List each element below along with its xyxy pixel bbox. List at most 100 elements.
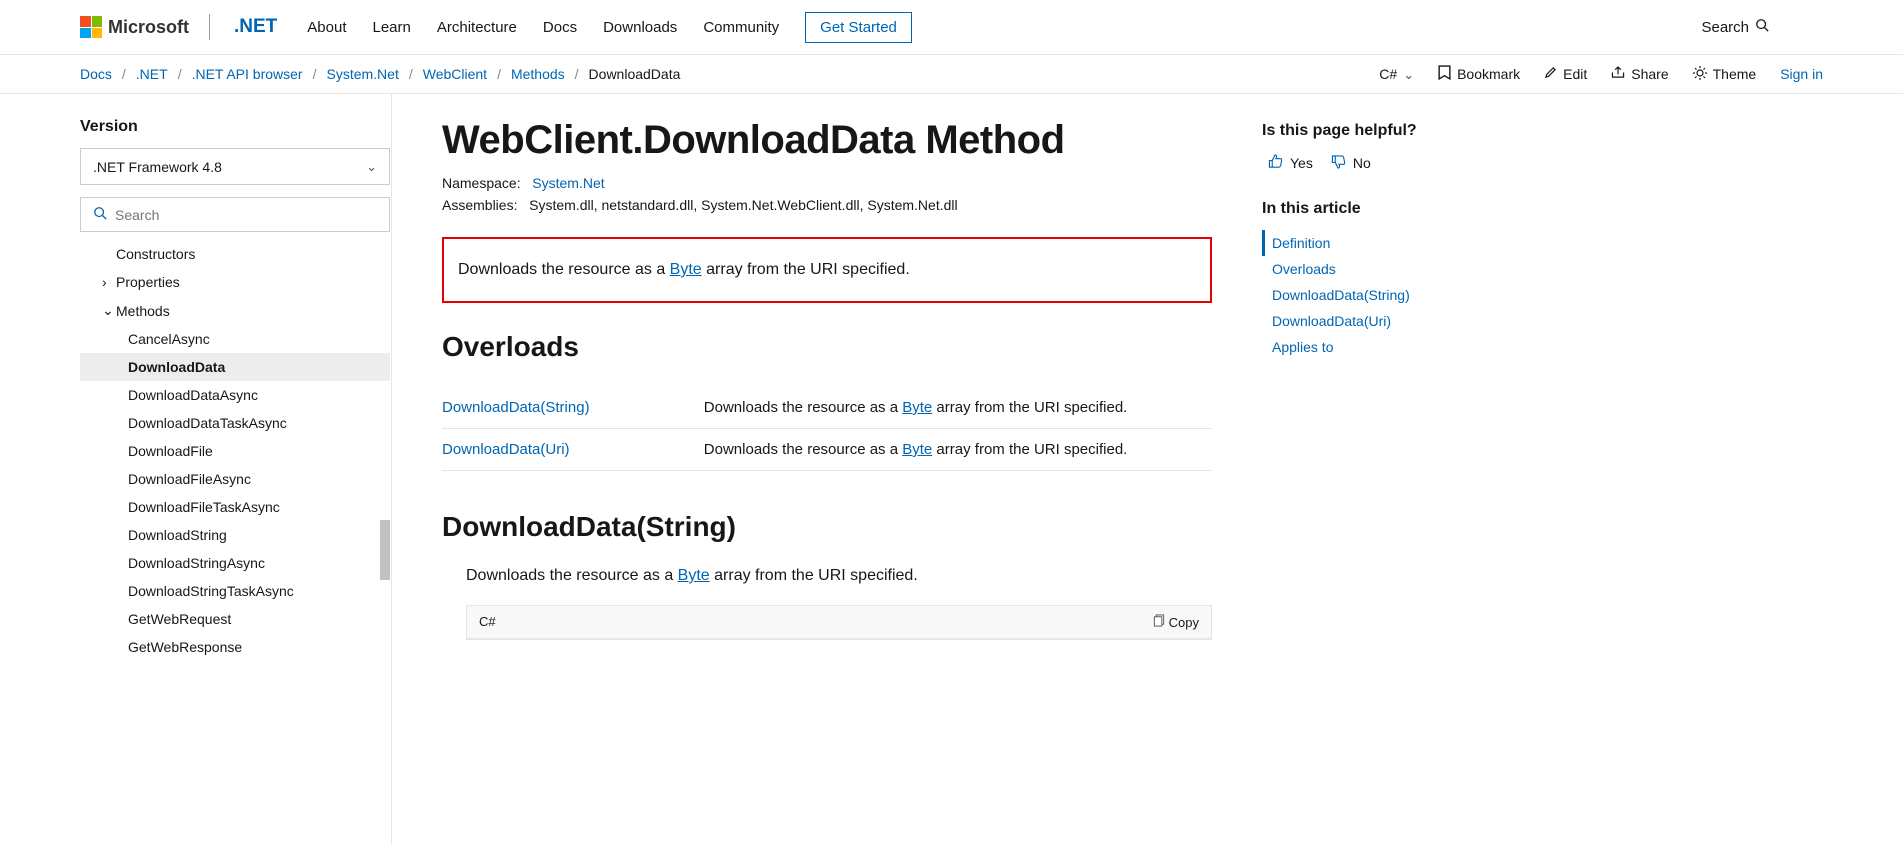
byte-link[interactable]: Byte [678,567,710,584]
sidebar-item[interactable]: DownloadFileTaskAsync [80,493,390,521]
sidebar-item[interactable]: ›Properties [80,268,390,296]
byte-link[interactable]: Byte [902,399,932,416]
no-button[interactable]: No [1331,154,1371,172]
page-actions: C# Bookmark Edit Share Theme Sign in [1379,65,1823,83]
nav-links: About Learn Architecture Docs Downloads … [307,12,912,43]
scrollbar-thumb[interactable] [380,520,390,580]
assemblies-value: System.dll, netstandard.dll, System.Net.… [529,197,957,213]
byte-link[interactable]: Byte [670,261,702,278]
version-select[interactable]: .NET Framework 4.8 [80,148,390,185]
signin-link[interactable]: Sign in [1780,66,1823,82]
sidebar-item[interactable]: ⌄Methods [80,296,390,325]
toc-title: In this article [1262,200,1528,218]
overloads-table: DownloadData(String)Downloads the resour… [442,387,1212,471]
toc: DefinitionOverloadsDownloadData(String)D… [1262,230,1528,360]
section-desc: Downloads the resource as a Byte array f… [466,567,1212,585]
sidebar-item[interactable]: DownloadFile [80,437,390,465]
sidebar-item[interactable]: DownloadStringTaskAsync [80,577,390,605]
code-block: C# Copy [466,605,1212,640]
right-sidebar: Is this page helpful? Yes No In this art… [1262,94,1552,844]
summary-box: Downloads the resource as a Byte array f… [442,237,1212,303]
toc-item[interactable]: Applies to [1262,334,1528,360]
chevron-icon: › [102,274,112,290]
breadcrumb: Docs/ .NET/ .NET API browser/ System.Net… [80,66,1379,82]
sun-icon [1693,66,1707,83]
bc-api[interactable]: .NET API browser [192,66,303,82]
search-icon [93,206,107,223]
chevron-icon: ⌄ [102,302,112,319]
sidebar-search[interactable] [80,197,390,232]
divider [209,14,210,40]
share-button[interactable]: Share [1611,66,1668,82]
assemblies-row: Assemblies: System.dll, netstandard.dll,… [442,197,1212,213]
namespace-link[interactable]: System.Net [532,175,604,191]
bookmark-button[interactable]: Bookmark [1438,65,1520,83]
toc-item[interactable]: DownloadData(Uri) [1262,308,1528,334]
ms-logo-icon [80,16,102,38]
share-icon [1611,66,1625,82]
toc-item[interactable]: Definition [1262,230,1528,256]
sidebar-item[interactable]: DownloadStringAsync [80,549,390,577]
search-input[interactable] [115,207,377,223]
sidebar-item[interactable]: GetWebRequest [80,605,390,633]
lang-picker[interactable]: C# [1379,66,1414,83]
pencil-icon [1544,66,1557,82]
ms-label: Microsoft [108,17,189,38]
chevron-down-icon [1403,66,1414,83]
byte-link[interactable]: Byte [902,441,932,458]
sidebar-item[interactable]: DownloadDataAsync [80,381,390,409]
copy-icon [1153,614,1165,630]
sidebar-item[interactable]: CancelAsync [80,325,390,353]
main-content: WebClient.DownloadData Method Namespace:… [392,94,1262,844]
version-label: Version [80,118,391,136]
yes-button[interactable]: Yes [1268,154,1313,172]
sidebar-item[interactable]: DownloadData [80,353,390,381]
section-heading: DownloadData(String) [442,511,1212,543]
edit-button[interactable]: Edit [1544,66,1587,82]
get-started-button[interactable]: Get Started [805,12,912,43]
nav-downloads[interactable]: Downloads [603,19,677,36]
bc-methods[interactable]: Methods [511,66,565,82]
toc-item[interactable]: DownloadData(String) [1262,282,1528,308]
chevron-down-icon [366,158,377,175]
sidebar-item[interactable]: DownloadDataTaskAsync [80,409,390,437]
microsoft-logo[interactable]: Microsoft [80,16,189,38]
sidebar-item[interactable]: DownloadString [80,521,390,549]
search-icon [1755,18,1769,36]
page-title: WebClient.DownloadData Method [442,118,1212,163]
table-row: DownloadData(String)Downloads the resour… [442,387,1212,429]
toc-item[interactable]: Overloads [1262,256,1528,282]
search-label: Search [1701,19,1749,36]
nav-community[interactable]: Community [703,19,779,36]
overload-link[interactable]: DownloadData(String) [442,399,590,416]
bc-current: DownloadData [589,66,681,82]
bc-systemnet[interactable]: System.Net [326,66,398,82]
nav-docs[interactable]: Docs [543,19,577,36]
helpful-heading: Is this page helpful? [1262,122,1528,140]
code-lang: C# [479,614,496,630]
sidebar-item[interactable]: Constructors [80,240,390,268]
nav-arch[interactable]: Architecture [437,19,517,36]
namespace-row: Namespace: System.Net [442,175,1212,191]
helpful-buttons: Yes No [1268,154,1528,172]
thumbs-down-icon [1331,154,1347,172]
table-row: DownloadData(Uri)Downloads the resource … [442,429,1212,471]
overload-link[interactable]: DownloadData(Uri) [442,441,570,458]
search-top-button[interactable]: Search [1701,18,1879,36]
sidebar-item[interactable]: DownloadFileAsync [80,465,390,493]
overloads-heading: Overloads [442,331,1212,363]
bc-webclient[interactable]: WebClient [423,66,487,82]
top-nav: Microsoft .NET About Learn Architecture … [0,0,1903,55]
bookmark-icon [1438,65,1451,83]
nav-tree[interactable]: Constructors›Properties⌄MethodsCancelAsy… [80,240,390,812]
copy-button[interactable]: Copy [1153,614,1199,630]
theme-button[interactable]: Theme [1693,66,1757,83]
nav-learn[interactable]: Learn [372,19,410,36]
bc-net[interactable]: .NET [136,66,168,82]
nav-about[interactable]: About [307,19,346,36]
bc-docs[interactable]: Docs [80,66,112,82]
brand-link[interactable]: .NET [234,16,277,38]
sidebar-item[interactable]: GetWebResponse [80,633,390,661]
container: Version .NET Framework 4.8 Constructors›… [0,94,1903,844]
thumbs-up-icon [1268,154,1284,172]
